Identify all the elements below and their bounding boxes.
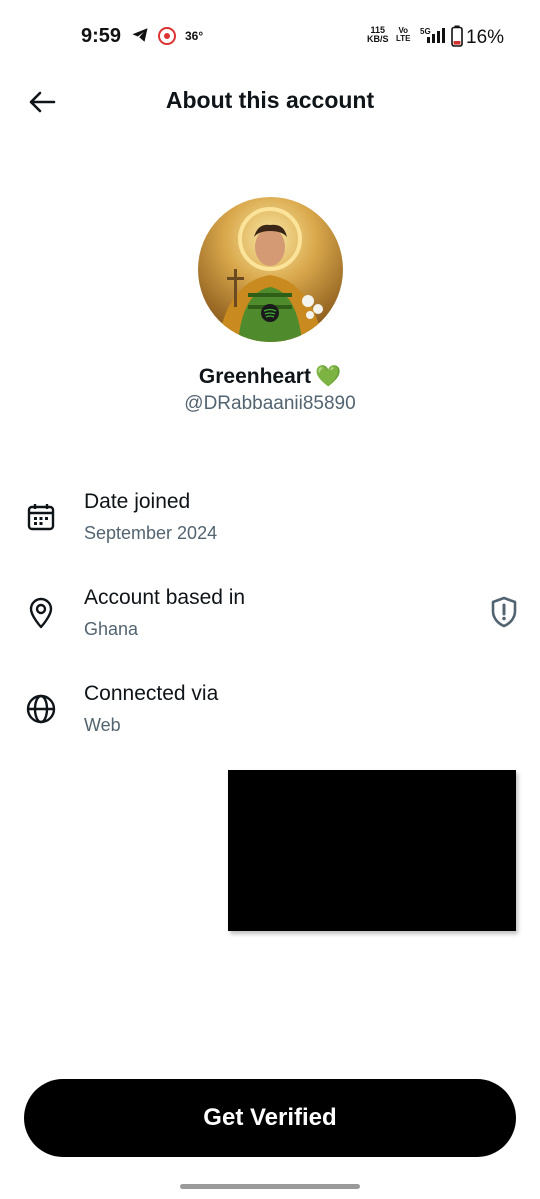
account-based-in-row: Account based in Ghana bbox=[0, 586, 540, 666]
display-name-text: Greenheart bbox=[198, 365, 311, 388]
volte-indicator: Vo LTE bbox=[396, 27, 411, 43]
username-handle: @DRabbaanii85890 bbox=[184, 393, 356, 414]
row-value: Ghana bbox=[84, 619, 139, 639]
network-type-label: 5G bbox=[420, 27, 431, 36]
get-verified-button[interactable]: Get Verified bbox=[24, 1079, 516, 1157]
location-pin-icon bbox=[24, 596, 58, 630]
globe-icon bbox=[24, 692, 58, 726]
green-heart-icon: 💚 bbox=[314, 365, 342, 388]
shield-exclamation-icon[interactable] bbox=[488, 595, 520, 629]
avatar[interactable] bbox=[198, 197, 343, 342]
connected-via-row: Connected via Web bbox=[0, 682, 540, 762]
status-temperature: 36° bbox=[185, 29, 204, 43]
telegram-icon bbox=[131, 26, 149, 49]
redacted-area bbox=[228, 770, 516, 931]
battery-percentage: 16% bbox=[466, 27, 505, 48]
volte-bottom: LTE bbox=[396, 34, 411, 43]
row-title: Connected via bbox=[84, 682, 219, 705]
page-title: About this account bbox=[165, 87, 375, 113]
status-bar: 9:59 36° 115 KB/S Vo LTE 5G 16% bbox=[0, 0, 540, 72]
row-title: Account based in bbox=[84, 586, 246, 609]
profile-picture bbox=[198, 197, 343, 342]
network-speed: 115 KB/S bbox=[367, 26, 389, 44]
status-time: 9:59 bbox=[81, 25, 122, 47]
display-name: Greenheart 💚 bbox=[0, 365, 540, 389]
signal-icon: 5G bbox=[420, 26, 446, 51]
calendar-icon bbox=[24, 500, 58, 534]
net-speed-unit: KB/S bbox=[367, 34, 389, 44]
battery-icon bbox=[451, 25, 463, 52]
row-title: Date joined bbox=[84, 490, 191, 513]
notification-app-icon bbox=[157, 26, 177, 51]
row-value: Web bbox=[84, 715, 121, 735]
home-indicator[interactable] bbox=[180, 1184, 360, 1189]
row-value: September 2024 bbox=[84, 523, 218, 543]
date-joined-row: Date joined September 2024 bbox=[0, 490, 540, 570]
